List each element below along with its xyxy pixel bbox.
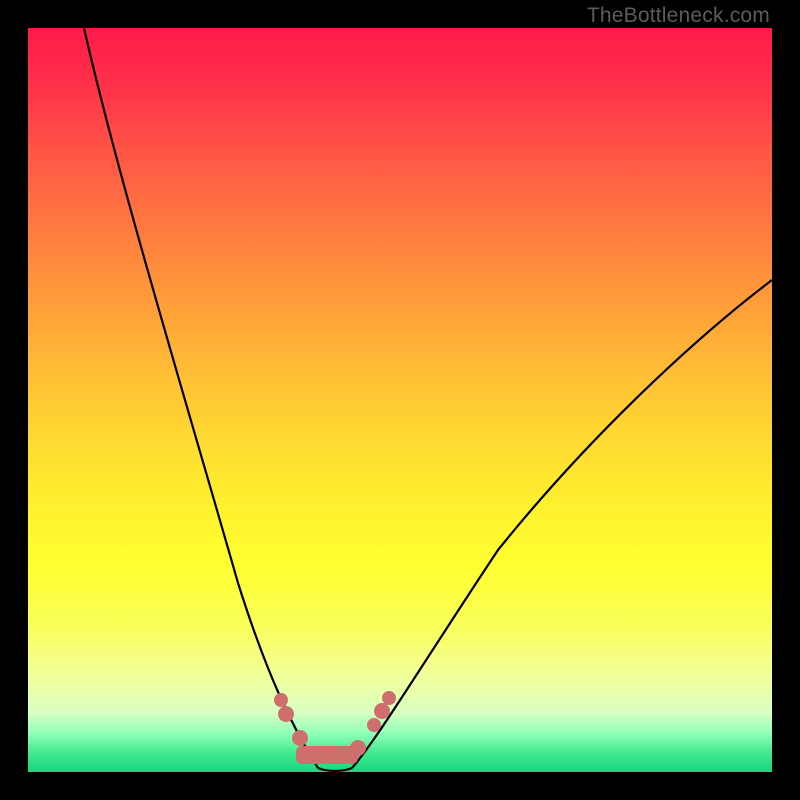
left-curve — [84, 28, 318, 768]
marker-dot — [278, 706, 294, 722]
attribution-label: TheBottleneck.com — [587, 4, 770, 28]
valley-marker — [296, 746, 358, 764]
plot-area — [28, 28, 772, 772]
right-curve — [352, 280, 772, 768]
marker-dot — [350, 740, 366, 756]
marker-dot — [382, 691, 396, 705]
chart-svg — [28, 28, 772, 772]
marker-dot — [374, 703, 390, 719]
marker-dot — [274, 693, 288, 707]
valley-floor — [318, 768, 352, 771]
marker-dot — [367, 718, 381, 732]
outer-frame: TheBottleneck.com — [0, 0, 800, 800]
marker-dot — [292, 730, 308, 746]
